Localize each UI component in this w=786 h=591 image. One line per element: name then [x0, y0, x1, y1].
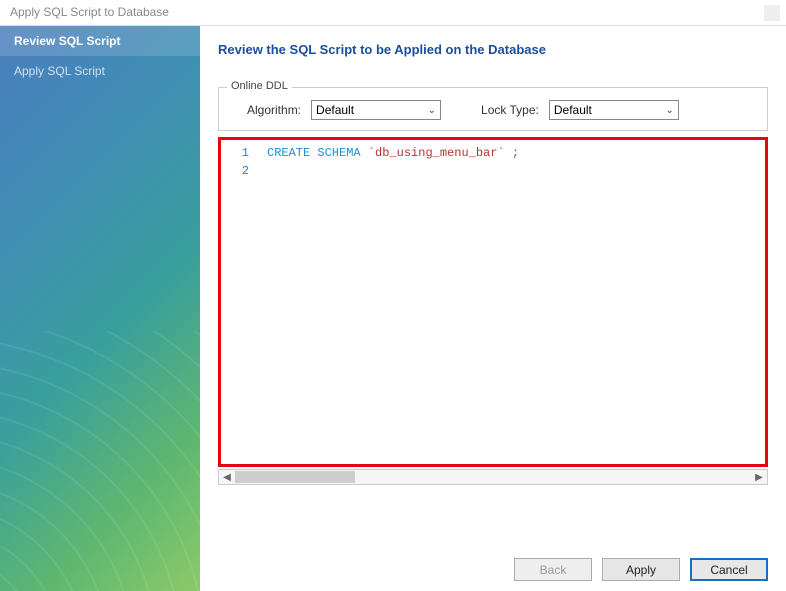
titlebar: Apply SQL Script to Database [0, 0, 786, 26]
line-number: 1 [221, 144, 249, 162]
code-line: CREATE SCHEMA `db_using_menu_bar` ; [267, 144, 765, 162]
editor-code[interactable]: CREATE SCHEMA `db_using_menu_bar` ; [257, 140, 765, 464]
cancel-button[interactable]: Cancel [690, 558, 768, 581]
algorithm-select[interactable]: Default ⌄ [311, 100, 441, 120]
editor-gutter: 1 2 [221, 140, 257, 464]
online-ddl-fieldset: Online DDL Algorithm: Default ⌄ Lock Typ… [218, 87, 768, 131]
ddl-row: Algorithm: Default ⌄ Lock Type: Default … [229, 100, 757, 120]
fieldset-legend: Online DDL [227, 80, 292, 92]
sidebar: Review SQL Script Apply SQL Script [0, 26, 200, 591]
scroll-right-icon[interactable]: ▶ [751, 472, 767, 483]
sidebar-step-review[interactable]: Review SQL Script [0, 26, 200, 56]
line-number: 2 [221, 162, 249, 180]
window-title: Apply SQL Script to Database [10, 5, 169, 19]
scrollbar-thumb[interactable] [235, 471, 355, 483]
scrollbar-track[interactable] [235, 470, 751, 484]
sql-keyword: CREATE SCHEMA [267, 146, 361, 160]
horizontal-scrollbar[interactable]: ◀ ▶ [218, 469, 768, 485]
algorithm-label: Algorithm: [247, 103, 301, 117]
sidebar-step-apply[interactable]: Apply SQL Script [0, 56, 200, 86]
chevron-down-icon: ⌄ [428, 105, 436, 116]
page-heading: Review the SQL Script to be Applied on t… [218, 42, 768, 57]
back-button: Back [514, 558, 592, 581]
sql-terminator: ; [505, 146, 519, 160]
chevron-down-icon: ⌄ [665, 105, 673, 116]
content: Review SQL Script Apply SQL Script Revie… [0, 26, 786, 591]
locktype-select[interactable]: Default ⌄ [549, 100, 679, 120]
main-panel: Review the SQL Script to be Applied on t… [200, 26, 786, 591]
sql-identifier: `db_using_menu_bar` [368, 146, 505, 160]
locktype-label: Lock Type: [481, 103, 539, 117]
apply-button[interactable]: Apply [602, 558, 680, 581]
sql-editor[interactable]: 1 2 CREATE SCHEMA `db_using_menu_bar` ; [218, 137, 768, 467]
button-row: Back Apply Cancel [218, 518, 768, 581]
locktype-value: Default [554, 103, 592, 117]
sidebar-step-label: Apply SQL Script [14, 64, 105, 78]
scroll-left-icon[interactable]: ◀ [219, 472, 235, 483]
sidebar-step-label: Review SQL Script [14, 34, 120, 48]
algorithm-value: Default [316, 103, 354, 117]
close-icon[interactable] [764, 5, 780, 21]
